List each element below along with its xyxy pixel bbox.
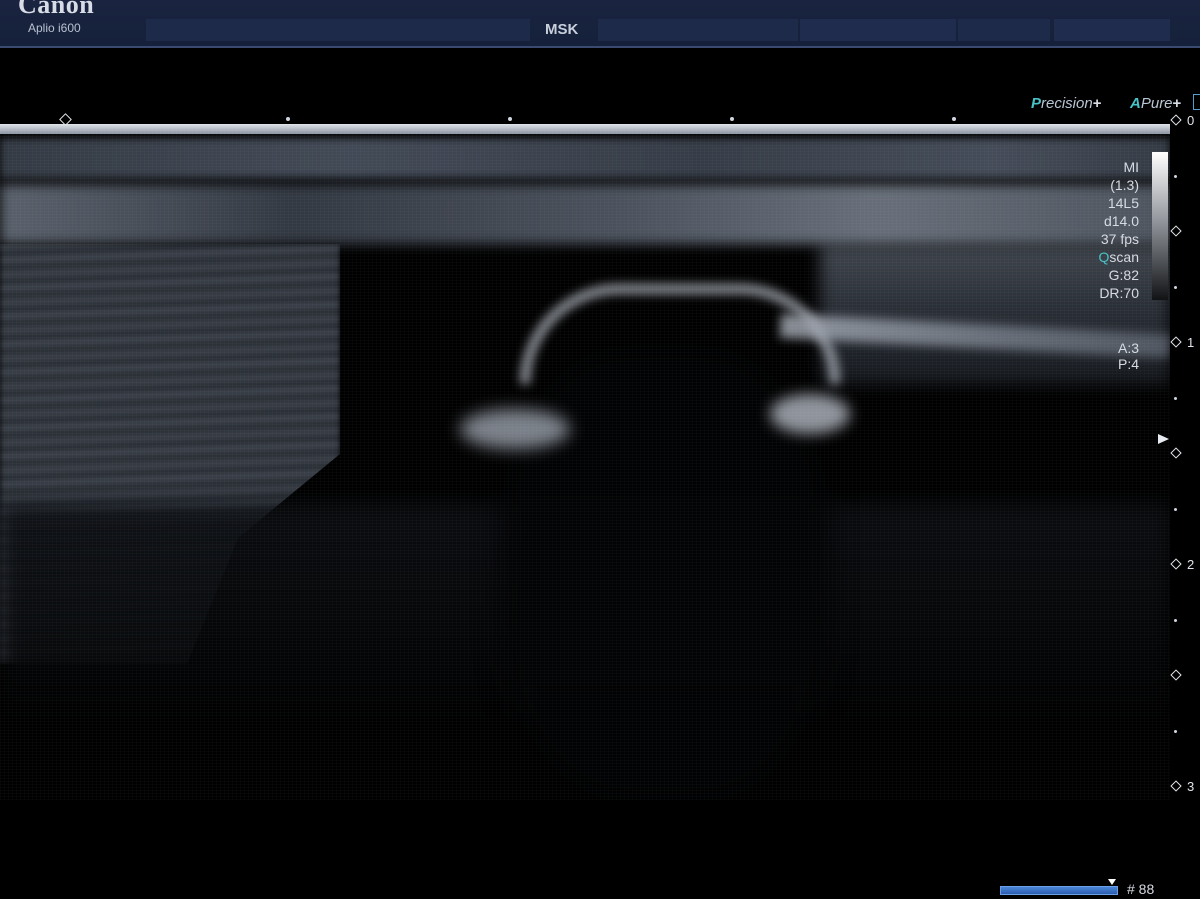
- header-panel-time: [958, 19, 1050, 41]
- depth-marker-icon: [1170, 114, 1182, 126]
- header-panel-info: [598, 19, 798, 41]
- depth-label: 2: [1187, 557, 1195, 572]
- depth-tick: [1174, 730, 1177, 733]
- header-panel-status: [1054, 19, 1170, 41]
- frame-number: # 88: [1127, 881, 1155, 897]
- lateral-scale-dot: [286, 117, 290, 121]
- depth-tick: [1174, 286, 1177, 289]
- depth-tick: [1174, 619, 1177, 622]
- probe-name: 14L5: [1107, 195, 1139, 211]
- lateral-scale-dot: [508, 117, 512, 121]
- a-value: A:3: [1117, 340, 1139, 356]
- dynamic-range-value: DR:70: [1099, 285, 1139, 301]
- depth-label: 1: [1187, 335, 1195, 350]
- brand-logo: Canon: [18, 0, 95, 19]
- frame-rate: 37 fps: [1100, 231, 1139, 247]
- header-panel-date: [800, 19, 956, 41]
- depth-marker-icon: [1170, 447, 1182, 459]
- cine-position-marker-icon[interactable]: [1108, 879, 1116, 885]
- depth-label: 3: [1187, 779, 1195, 794]
- depth-marker-icon: [1170, 780, 1182, 792]
- depth-marker-icon: [1170, 225, 1182, 237]
- precision-plus-logo: Precision+: [1031, 95, 1102, 112]
- cine-progress-bar[interactable]: [1000, 886, 1118, 895]
- lateral-scale-dot: [730, 117, 734, 121]
- speckle-texture: [0, 124, 1170, 800]
- focus-position-icon[interactable]: [1158, 434, 1169, 444]
- depth-tick: [1174, 508, 1177, 511]
- depth-label: 0: [1187, 113, 1195, 128]
- ultrasound-image[interactable]: [0, 124, 1170, 800]
- mi-value: (1.3): [1110, 177, 1139, 193]
- depth-marker-icon: [1170, 336, 1182, 348]
- top-header-bar: Canon Aplio i600 MSK: [0, 0, 1200, 48]
- exam-preset: MSK: [545, 21, 579, 38]
- mi-label: MI: [1123, 159, 1139, 175]
- gain-value: G:82: [1108, 267, 1139, 283]
- depth-marker-icon: [1170, 558, 1182, 570]
- qscan-indicator: Qscan: [1098, 249, 1139, 265]
- grayscale-bar: [1152, 152, 1168, 300]
- apure-plus-logo: APure+: [1130, 95, 1182, 112]
- probe-indicator-icon: [1193, 94, 1200, 110]
- depth-marker-icon: [1170, 669, 1182, 681]
- depth-tick: [1174, 397, 1177, 400]
- imaging-parameters: MI (1.3) 14L5 d14.0 37 fps Qscan G:82 DR…: [1099, 158, 1139, 302]
- acoustic-power-params: A:3 P:4: [1118, 340, 1139, 372]
- lateral-scale-dot: [952, 117, 956, 121]
- header-panel-patient: [146, 19, 530, 41]
- p-value: P:4: [1117, 356, 1139, 372]
- depth-tick: [1174, 175, 1177, 178]
- model-name: Aplio i600: [28, 21, 81, 35]
- depth-value: d14.0: [1103, 213, 1139, 229]
